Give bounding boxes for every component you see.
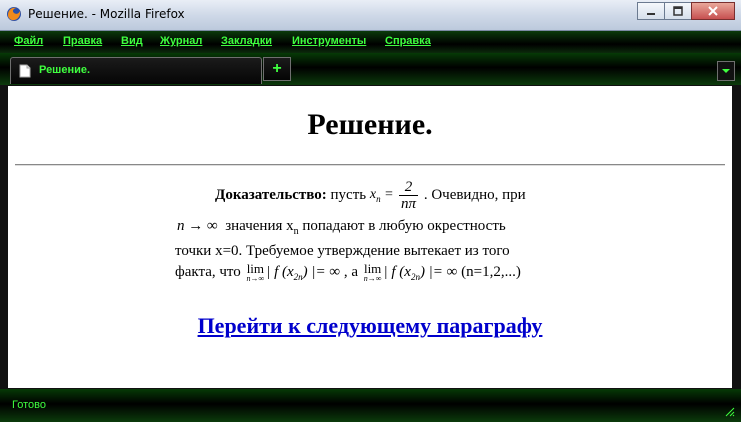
limit-2-sub: n→∞ bbox=[363, 274, 382, 283]
window-title: Решение. - Mozilla Firefox bbox=[28, 7, 185, 21]
limit-1-expr-sub: 2n bbox=[293, 271, 303, 282]
proof-line-2: n → ∞ значения xn попадают в любую окрес… bbox=[177, 218, 506, 237]
proof-text-let: пусть bbox=[330, 186, 367, 203]
limit-2-expr-end: ) |= ∞ bbox=[419, 263, 458, 280]
page-icon bbox=[19, 64, 31, 78]
limit-1: lim n→∞ bbox=[247, 262, 265, 283]
minimize-icon bbox=[647, 13, 655, 15]
tab-active[interactable]: Решение. bbox=[10, 57, 262, 84]
formula-xn-sub: n bbox=[376, 193, 381, 204]
tab-label: Решение. bbox=[39, 64, 91, 76]
chevron-down-icon bbox=[722, 69, 730, 73]
next-paragraph-link[interactable]: Перейти к следующему параграфу bbox=[8, 313, 732, 339]
firefox-icon bbox=[7, 7, 21, 21]
window-controls bbox=[637, 2, 735, 20]
formula-xn: xn = bbox=[369, 187, 398, 204]
proof-line-1: Доказательство: пусть xn = 2 nπ . Очевид… bbox=[215, 179, 526, 212]
formula-n-to-infinity: n → ∞ bbox=[177, 218, 218, 234]
menu-bar: Файл Правка Вид Журнал Закладки Инструме… bbox=[0, 31, 741, 53]
new-tab-button[interactable]: + bbox=[263, 57, 291, 81]
proof-text-and: , а bbox=[343, 263, 359, 280]
close-button[interactable] bbox=[691, 2, 735, 20]
menu-file[interactable]: Файл bbox=[14, 35, 43, 47]
menu-view[interactable]: Вид bbox=[121, 35, 143, 47]
minimize-button[interactable] bbox=[637, 2, 665, 20]
page-content: Решение. Доказательство: пусть xn = 2 nπ… bbox=[8, 86, 732, 388]
plus-icon: + bbox=[272, 60, 282, 77]
fraction: 2 nπ bbox=[399, 179, 419, 212]
limit-2-expr-sub: 2n bbox=[410, 271, 420, 282]
browser-window: Решение. - Mozilla Firefox Файл Правка В… bbox=[0, 0, 741, 422]
limit-1-sub: n→∞ bbox=[246, 274, 265, 283]
menu-edit[interactable]: Правка bbox=[63, 35, 102, 47]
fraction-denominator: nπ bbox=[401, 196, 417, 212]
limit-1-expr: | f (x2n) |= ∞ bbox=[266, 263, 341, 282]
menu-history[interactable]: Журнал bbox=[160, 35, 202, 47]
status-text: Готово bbox=[12, 399, 46, 411]
proof-text-neighborhood: попадают в любую окрестность bbox=[302, 218, 506, 234]
proof-text-fact: факта, что bbox=[175, 263, 241, 280]
maximize-button[interactable] bbox=[664, 2, 692, 20]
resize-grip-icon[interactable] bbox=[723, 405, 735, 417]
horizontal-divider bbox=[15, 164, 725, 166]
menu-tools[interactable]: Инструменты bbox=[292, 35, 366, 47]
proof-text-values-sub: n bbox=[293, 226, 299, 237]
limit-2: lim n→∞ bbox=[364, 262, 382, 283]
status-bar: Готово bbox=[0, 389, 741, 422]
proof-text-values: значения x bbox=[225, 218, 294, 234]
proof-line-3: точки x=0. Требуемое утверждение вытекае… bbox=[175, 243, 510, 259]
tab-bar: Решение. + bbox=[0, 53, 741, 85]
proof-text-range: (n=1,2,...) bbox=[461, 263, 521, 280]
close-icon bbox=[708, 6, 718, 16]
tab-list-button[interactable] bbox=[717, 61, 735, 81]
maximize-icon bbox=[673, 6, 683, 16]
menu-help[interactable]: Справка bbox=[385, 35, 431, 47]
page-title: Решение. bbox=[307, 108, 433, 141]
limit-2-expr-start: | f (x bbox=[383, 263, 411, 280]
menu-bookmarks[interactable]: Закладки bbox=[221, 35, 272, 47]
limit-1-expr-start: | f (x bbox=[266, 263, 294, 280]
limit-1-expr-end: ) |= ∞ bbox=[302, 263, 341, 280]
title-bar: Решение. - Mozilla Firefox bbox=[0, 0, 741, 31]
proof-text-obviously: . Очевидно, при bbox=[423, 186, 526, 203]
limit-2-expr: | f (x2n) |= ∞ bbox=[383, 263, 458, 282]
proof-line-4: факта, что lim n→∞ | f (x2n) |= ∞ , а li… bbox=[175, 262, 521, 283]
proof-label: Доказательство: bbox=[215, 186, 327, 203]
fraction-numerator: 2 bbox=[399, 179, 419, 196]
